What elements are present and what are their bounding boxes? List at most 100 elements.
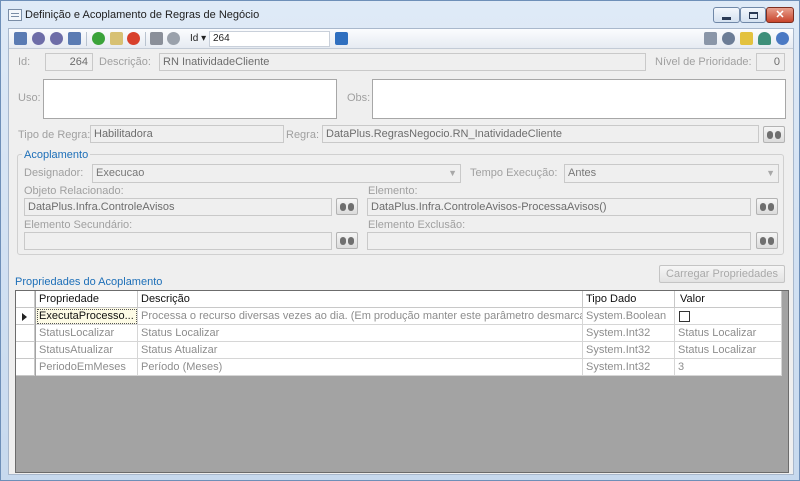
elemento-field[interactable]: DataPlus.Infra.ControleAvisos-ProcessaAv… [367,198,751,216]
help-icon[interactable] [776,32,789,45]
carregar-propriedades-button[interactable]: Carregar Propriedades [659,265,785,283]
previous-record-icon[interactable] [32,32,45,45]
column-header-descricao[interactable]: Descrição [138,291,583,308]
cell-propriedade[interactable]: ExecutaProcesso... [36,308,138,325]
close-icon: ✕ [775,8,785,21]
elemento-exclusao-field[interactable] [367,232,751,250]
binoculars-icon [760,202,774,211]
designador-value: Execucao [96,167,145,179]
row-header[interactable] [16,308,35,325]
person-icon[interactable] [758,32,771,45]
toolbar-separator [86,32,87,46]
cell-propriedade[interactable]: PeriodoEmMeses [36,359,138,376]
prioridade-field[interactable]: 0 [756,53,785,71]
tempo-execucao-select[interactable]: Antes ▼ [564,164,779,183]
chevron-down-icon: ▼ [766,168,775,178]
last-record-icon[interactable] [68,32,81,45]
table-row[interactable]: ExecutaProcesso... Processa o recurso di… [16,308,782,325]
elemento-lookup-button[interactable] [756,198,778,215]
acoplamento-title: Acoplamento [22,149,91,161]
elemento-label: Elemento: [368,185,418,197]
cell-descricao[interactable]: Processa o recurso diversas vezes ao dia… [138,308,583,325]
row-header[interactable] [16,342,35,359]
window-title: Definição e Acoplamento de Regras de Neg… [25,9,260,21]
table-row[interactable]: StatusAtualizar Status Atualizar System.… [16,342,782,359]
id-label: Id: [18,56,31,68]
next-record-icon[interactable] [50,32,63,45]
minimize-button[interactable] [713,7,740,23]
id-search-input[interactable]: 264 [209,31,330,47]
cell-tipo-dado[interactable]: System.Int32 [583,359,675,376]
regra-label: Regra: [286,129,320,141]
propriedades-grid: Propriedade Descrição Tipo Dado Valor Ex… [15,290,789,473]
objeto-relacionado-field[interactable]: DataPlus.Infra.ControleAvisos [24,198,332,216]
valor-checkbox[interactable] [679,311,690,322]
binoculars-icon [340,236,354,245]
regra-lookup-button[interactable] [763,126,785,143]
filter-icon[interactable] [704,32,717,45]
column-header-valor[interactable]: Valor [675,291,782,308]
cell-descricao[interactable]: Status Localizar [138,325,583,342]
cell-descricao[interactable]: Período (Meses) [138,359,583,376]
cell-propriedade[interactable]: StatusLocalizar [36,325,138,342]
maximize-button[interactable] [740,7,766,23]
chevron-down-icon: ▼ [448,168,457,178]
obs-textarea[interactable] [372,79,786,119]
regra-field[interactable]: DataPlus.RegrasNegocio.RN_InatividadeCli… [322,125,759,143]
close-button[interactable]: ✕ [766,7,794,23]
elemento-secundario-lookup-button[interactable] [336,232,358,249]
cell-tipo-dado[interactable]: System.Int32 [583,325,675,342]
undo-icon[interactable] [167,32,180,45]
table-row[interactable]: StatusLocalizar Status Localizar System.… [16,325,782,342]
descricao-field[interactable]: RN InatividadeCliente [159,53,646,71]
row-header[interactable] [16,359,35,376]
binoculars-icon [760,236,774,245]
tipo-regra-label: Tipo de Regra: [18,129,91,141]
cell-propriedade[interactable]: StatusAtualizar [36,342,138,359]
grid-corner [16,291,35,308]
binoculars-icon [340,202,354,211]
note-icon[interactable] [740,32,753,45]
elemento-secundario-field[interactable] [24,232,332,250]
tempo-execucao-label: Tempo Execução: [470,167,558,179]
edit-icon[interactable] [110,32,123,45]
cell-tipo-dado[interactable]: System.Boolean [583,308,675,325]
column-header-propriedade[interactable]: Propriedade [36,291,138,308]
cell-tipo-dado[interactable]: System.Int32 [583,342,675,359]
propriedades-title: Propriedades do Acoplamento [15,276,163,288]
cell-valor[interactable]: Status Localizar [675,325,782,342]
id-field[interactable]: 264 [45,53,93,71]
search-go-icon[interactable] [335,32,348,45]
elemento-exclusao-lookup-button[interactable] [756,232,778,249]
chevron-down-icon: ▾ [201,33,207,44]
tempo-execucao-value: Antes [568,167,597,179]
id-field-selector-label: Id [190,33,199,44]
delete-icon[interactable] [127,32,140,45]
add-icon[interactable] [92,32,105,45]
row-header[interactable] [16,325,35,342]
binoculars-icon [767,130,781,139]
cell-descricao[interactable]: Status Atualizar [138,342,583,359]
obs-label: Obs: [347,92,371,104]
first-record-icon[interactable] [14,32,27,45]
prioridade-label: Nível de Prioridade: [655,56,752,68]
designador-label: Designador: [24,167,84,179]
objeto-lookup-button[interactable] [336,198,358,215]
settings-icon[interactable] [722,32,735,45]
save-icon[interactable] [150,32,163,45]
table-row[interactable]: PeriodoEmMeses Período (Meses) System.In… [16,359,782,376]
toolbar-separator [145,32,146,46]
cell-valor[interactable]: Status Localizar [675,342,782,359]
column-header-tipo-dado[interactable]: Tipo Dado [583,291,675,308]
designador-select[interactable]: Execucao ▼ [92,164,461,183]
title-bar[interactable]: Definição e Acoplamento de Regras de Neg… [1,1,799,28]
current-row-icon [22,313,27,321]
cell-valor[interactable]: 3 [675,359,782,376]
grid-header-row: Propriedade Descrição Tipo Dado Valor [16,291,782,308]
maximize-icon [748,11,758,19]
main-window: Definição e Acoplamento de Regras de Neg… [0,0,800,481]
uso-textarea[interactable] [43,79,337,119]
toolbar: Id ▾ 264 [9,29,793,49]
cell-valor[interactable] [675,308,782,325]
tipo-regra-field[interactable]: Habilitadora [90,125,284,143]
